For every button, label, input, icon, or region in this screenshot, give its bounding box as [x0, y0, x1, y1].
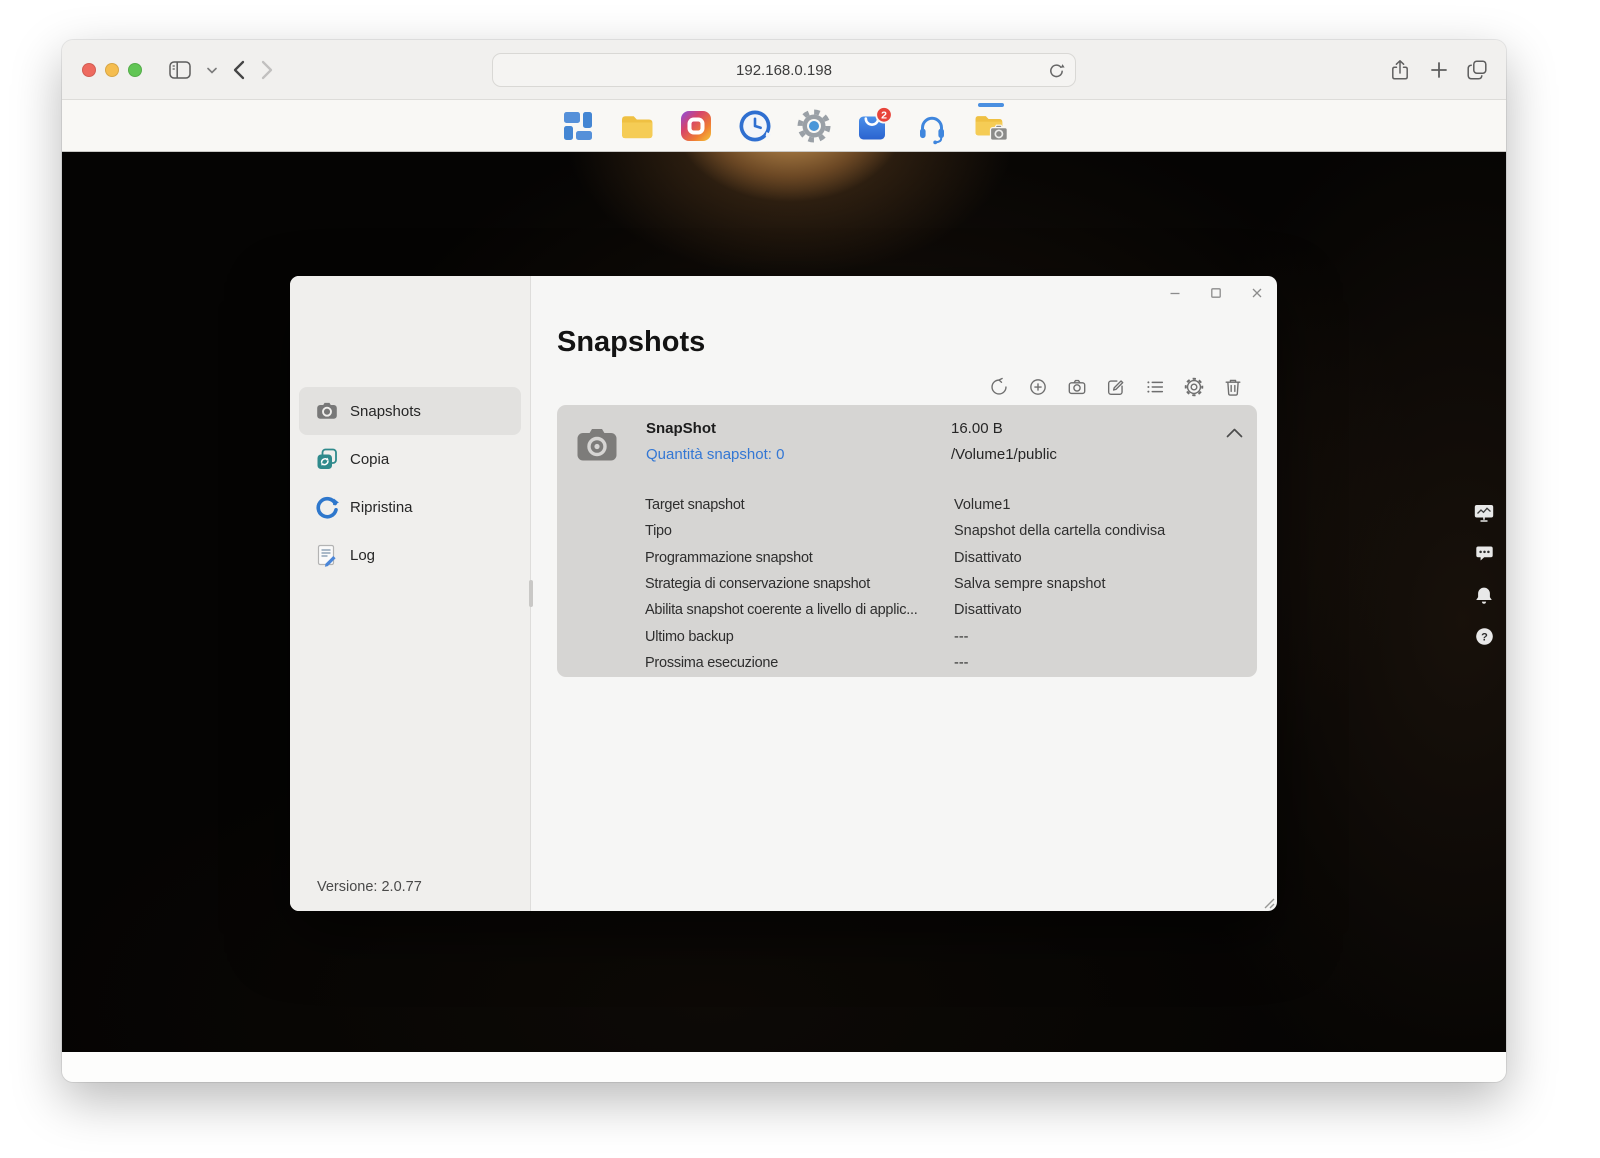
sidebar-item-label: Ripristina	[350, 498, 413, 516]
app-minimize-button[interactable]	[1162, 280, 1187, 305]
detail-value: Volume1	[954, 497, 1011, 514]
camera-icon	[315, 399, 339, 423]
browser-right-cluster	[1389, 40, 1487, 100]
settings-button[interactable]	[1183, 376, 1205, 398]
detail-row: Programmazione snapshot Disattivato	[645, 545, 1243, 571]
app-close-button[interactable]	[1244, 280, 1269, 305]
detail-label: Strategia di conservazione snapshot	[645, 576, 871, 593]
dock-file-manager-icon[interactable]	[617, 106, 657, 146]
browser-nav-cluster	[169, 40, 273, 100]
detail-row: Abilita snapshot coerente a livello di a…	[645, 597, 1243, 623]
dock-support-icon[interactable]	[912, 106, 952, 146]
app-sidebar: Snapshots Copia Ripristina Log Versione:…	[290, 276, 531, 911]
restore-icon	[315, 495, 339, 519]
page-title: Snapshots	[557, 326, 706, 358]
reload-icon[interactable]	[1047, 62, 1065, 80]
sidebar-item-label: Copia	[350, 450, 390, 468]
share-icon[interactable]	[1389, 59, 1411, 81]
sidebar-item-log[interactable]: Log	[299, 531, 521, 579]
detail-value: Disattivato	[954, 602, 1022, 619]
dock-app-center-icon[interactable]: 2	[853, 106, 893, 146]
new-tab-icon[interactable]	[1431, 62, 1447, 78]
active-app-indicator	[977, 102, 1004, 107]
dock-control-panel-icon[interactable]	[558, 106, 598, 146]
snapshot-details: Target snapshot Volume1 Tipo Snapshot de…	[645, 492, 1243, 676]
minimize-window-button[interactable]	[105, 63, 119, 77]
detail-label: Ultimo backup	[645, 628, 734, 645]
app-maximize-button[interactable]	[1203, 280, 1228, 305]
snapshot-path: /Volume1/public	[951, 446, 1057, 463]
chevron-down-icon[interactable]	[207, 67, 217, 74]
detail-value: ---	[954, 654, 969, 671]
sidebar-toggle-icon[interactable]	[169, 61, 191, 79]
messages-widget-icon[interactable]	[1474, 544, 1494, 564]
dock-settings-icon[interactable]	[794, 106, 834, 146]
refresh-button[interactable]	[988, 376, 1010, 398]
browser-toolbar: 192.168.0.198	[62, 40, 1506, 100]
sidebar-item-copia[interactable]: Copia	[299, 435, 521, 483]
version-label: Versione: 2.0.77	[317, 879, 422, 895]
zoom-window-button[interactable]	[128, 63, 142, 77]
detail-label: Tipo	[645, 523, 672, 540]
snapshot-size: 16.00 B	[951, 420, 1003, 437]
sidebar-nav: Snapshots Copia Ripristina Log	[299, 387, 521, 579]
collapse-chevron-icon[interactable]	[1226, 428, 1243, 438]
performance-widget-icon[interactable]	[1474, 503, 1494, 523]
copy-sync-icon	[315, 447, 339, 471]
app-center-badge: 2	[881, 109, 887, 121]
detail-label: Abilita snapshot coerente a livello di a…	[645, 602, 918, 619]
app-window-controls	[1162, 280, 1269, 305]
url-bar[interactable]: 192.168.0.198	[492, 53, 1076, 87]
sidebar-item-label: Snapshots	[350, 402, 421, 420]
app-dock: 2	[62, 100, 1506, 152]
help-widget-icon[interactable]: ?	[1474, 626, 1494, 646]
camera-button[interactable]	[1066, 376, 1088, 398]
detail-label: Target snapshot	[645, 497, 745, 514]
forward-button[interactable]	[261, 60, 273, 80]
detail-row: Tipo Snapshot della cartella condivisa	[645, 518, 1243, 544]
app-main: Snapshots SnapShot Quantità snapshot: 0 …	[531, 276, 1277, 911]
sidebar-item-ripristina[interactable]: Ripristina	[299, 483, 521, 531]
traffic-lights	[82, 63, 142, 77]
detail-row: Strategia di conservazione snapshot Salv…	[645, 571, 1243, 597]
url-text: 192.168.0.198	[736, 61, 832, 79]
dock-snapshots-icon[interactable]	[971, 102, 1011, 146]
sidebar-item-label: Log	[350, 546, 376, 564]
tab-overview-icon[interactable]	[1467, 60, 1487, 80]
dock-multimedia-icon[interactable]	[676, 106, 716, 146]
screenshot-root: 192.168.0.198 2 Snapshots Copia Ripristi…	[0, 0, 1600, 1158]
snapshot-card: SnapShot Quantità snapshot: 0 16.00 B /V…	[557, 405, 1257, 677]
detail-value: Disattivato	[954, 549, 1022, 566]
detail-label: Programmazione snapshot	[645, 549, 813, 566]
snapshot-name: SnapShot	[646, 420, 716, 437]
action-toolbar	[988, 376, 1244, 398]
nas-desktop: Snapshots Copia Ripristina Log Versione:…	[62, 152, 1506, 1052]
detail-row: Target snapshot Volume1	[645, 492, 1243, 518]
notifications-widget-icon[interactable]	[1474, 585, 1494, 605]
detail-value: ---	[954, 628, 969, 645]
log-document-icon	[315, 543, 339, 567]
detail-row: Ultimo backup ---	[645, 623, 1243, 649]
edit-button[interactable]	[1105, 376, 1127, 398]
help-glyph: ?	[1481, 631, 1488, 643]
dock-backup-clock-icon[interactable]	[735, 106, 775, 146]
page-bottom-strip	[62, 1052, 1506, 1082]
detail-label: Prossima esecuzione	[645, 654, 779, 671]
back-button[interactable]	[233, 60, 245, 80]
delete-button[interactable]	[1222, 376, 1244, 398]
snapshot-quantity-link[interactable]: Quantità snapshot: 0	[646, 446, 784, 463]
snapshot-camera-icon	[573, 421, 621, 469]
window-resize-grip[interactable]	[1260, 894, 1275, 909]
snapshots-app-window: Snapshots Copia Ripristina Log Versione:…	[290, 276, 1277, 911]
detail-row: Prossima esecuzione ---	[645, 650, 1243, 676]
detail-value: Snapshot della cartella condivisa	[954, 523, 1166, 540]
sidebar-resize-handle[interactable]	[529, 580, 533, 607]
detail-value: Salva sempre snapshot	[954, 576, 1106, 593]
browser-window: 192.168.0.198 2 Snapshots Copia Ripristi…	[62, 40, 1506, 1082]
list-button[interactable]	[1144, 376, 1166, 398]
create-snapshot-button[interactable]	[1027, 376, 1049, 398]
close-window-button[interactable]	[82, 63, 96, 77]
sidebar-item-snapshots[interactable]: Snapshots	[299, 387, 521, 435]
